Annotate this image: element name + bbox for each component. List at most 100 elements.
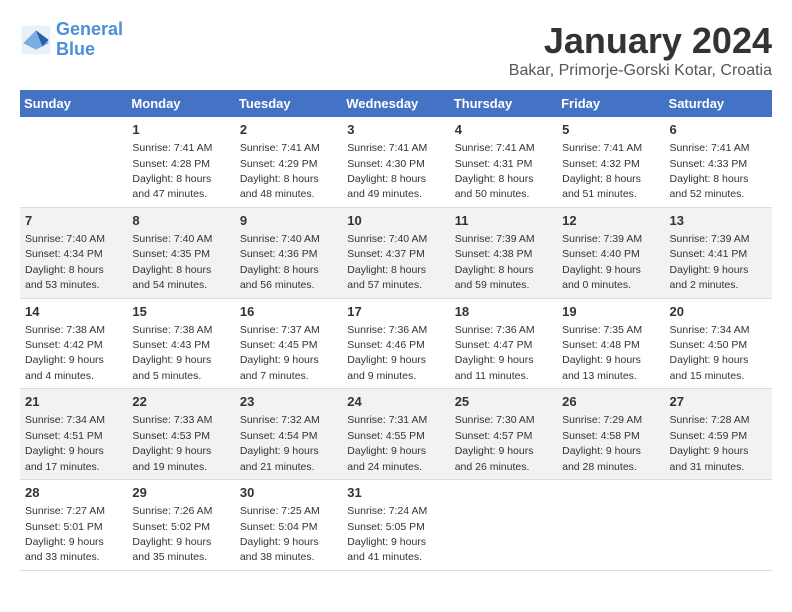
day-cell: 28Sunrise: 7:27 AMSunset: 5:01 PMDayligh… bbox=[20, 480, 127, 571]
logo-text: General Blue bbox=[56, 20, 123, 60]
daylight-text: Daylight: 9 hours and 11 minutes. bbox=[455, 354, 534, 381]
day-number: 30 bbox=[240, 484, 337, 502]
logo-icon bbox=[20, 24, 52, 56]
day-cell bbox=[665, 480, 772, 571]
day-number: 17 bbox=[347, 303, 444, 321]
daylight-text: Daylight: 9 hours and 9 minutes. bbox=[347, 354, 426, 381]
location-title: Bakar, Primorje-Gorski Kotar, Croatia bbox=[509, 62, 772, 80]
day-number: 22 bbox=[132, 393, 229, 411]
daylight-text: Daylight: 9 hours and 41 minutes. bbox=[347, 536, 426, 563]
day-cell: 2Sunrise: 7:41 AMSunset: 4:29 PMDaylight… bbox=[235, 117, 342, 207]
sunrise-text: Sunrise: 7:40 AM bbox=[347, 233, 427, 245]
day-cell: 31Sunrise: 7:24 AMSunset: 5:05 PMDayligh… bbox=[342, 480, 449, 571]
day-cell: 20Sunrise: 7:34 AMSunset: 4:50 PMDayligh… bbox=[665, 298, 772, 389]
day-cell: 29Sunrise: 7:26 AMSunset: 5:02 PMDayligh… bbox=[127, 480, 234, 571]
sunset-text: Sunset: 4:42 PM bbox=[25, 339, 103, 351]
day-number: 23 bbox=[240, 393, 337, 411]
day-number: 13 bbox=[670, 212, 767, 230]
daylight-text: Daylight: 8 hours and 53 minutes. bbox=[25, 264, 104, 291]
day-cell: 1Sunrise: 7:41 AMSunset: 4:28 PMDaylight… bbox=[127, 117, 234, 207]
day-cell: 18Sunrise: 7:36 AMSunset: 4:47 PMDayligh… bbox=[450, 298, 557, 389]
calendar-table: SundayMondayTuesdayWednesdayThursdayFrid… bbox=[20, 90, 772, 571]
sunrise-text: Sunrise: 7:41 AM bbox=[240, 142, 320, 154]
day-number: 9 bbox=[240, 212, 337, 230]
day-cell: 14Sunrise: 7:38 AMSunset: 4:42 PMDayligh… bbox=[20, 298, 127, 389]
daylight-text: Daylight: 9 hours and 19 minutes. bbox=[132, 445, 211, 472]
page-header: General Blue January 2024 Bakar, Primorj… bbox=[20, 20, 772, 80]
sunset-text: Sunset: 4:43 PM bbox=[132, 339, 210, 351]
month-title: January 2024 bbox=[509, 20, 772, 62]
sunrise-text: Sunrise: 7:41 AM bbox=[670, 142, 750, 154]
day-number: 2 bbox=[240, 121, 337, 139]
sunset-text: Sunset: 4:38 PM bbox=[455, 248, 533, 260]
daylight-text: Daylight: 9 hours and 35 minutes. bbox=[132, 536, 211, 563]
sunset-text: Sunset: 4:58 PM bbox=[562, 430, 640, 442]
day-cell: 21Sunrise: 7:34 AMSunset: 4:51 PMDayligh… bbox=[20, 389, 127, 480]
sunrise-text: Sunrise: 7:40 AM bbox=[132, 233, 212, 245]
day-cell: 12Sunrise: 7:39 AMSunset: 4:40 PMDayligh… bbox=[557, 207, 664, 298]
sunset-text: Sunset: 4:45 PM bbox=[240, 339, 318, 351]
daylight-text: Daylight: 9 hours and 31 minutes. bbox=[670, 445, 749, 472]
weekday-header-friday: Friday bbox=[557, 90, 664, 117]
sunset-text: Sunset: 4:47 PM bbox=[455, 339, 533, 351]
sunrise-text: Sunrise: 7:35 AM bbox=[562, 324, 642, 336]
day-cell: 11Sunrise: 7:39 AMSunset: 4:38 PMDayligh… bbox=[450, 207, 557, 298]
week-row-3: 14Sunrise: 7:38 AMSunset: 4:42 PMDayligh… bbox=[20, 298, 772, 389]
sunrise-text: Sunrise: 7:25 AM bbox=[240, 505, 320, 517]
daylight-text: Daylight: 8 hours and 52 minutes. bbox=[670, 173, 749, 200]
day-cell: 25Sunrise: 7:30 AMSunset: 4:57 PMDayligh… bbox=[450, 389, 557, 480]
day-number: 16 bbox=[240, 303, 337, 321]
day-number: 8 bbox=[132, 212, 229, 230]
day-number: 24 bbox=[347, 393, 444, 411]
daylight-text: Daylight: 8 hours and 48 minutes. bbox=[240, 173, 319, 200]
sunrise-text: Sunrise: 7:29 AM bbox=[562, 414, 642, 426]
sunrise-text: Sunrise: 7:39 AM bbox=[562, 233, 642, 245]
daylight-text: Daylight: 8 hours and 57 minutes. bbox=[347, 264, 426, 291]
day-number: 21 bbox=[25, 393, 122, 411]
sunrise-text: Sunrise: 7:41 AM bbox=[455, 142, 535, 154]
day-cell: 24Sunrise: 7:31 AMSunset: 4:55 PMDayligh… bbox=[342, 389, 449, 480]
daylight-text: Daylight: 9 hours and 33 minutes. bbox=[25, 536, 104, 563]
daylight-text: Daylight: 9 hours and 26 minutes. bbox=[455, 445, 534, 472]
sunset-text: Sunset: 4:53 PM bbox=[132, 430, 210, 442]
weekday-header-monday: Monday bbox=[127, 90, 234, 117]
sunrise-text: Sunrise: 7:28 AM bbox=[670, 414, 750, 426]
sunset-text: Sunset: 4:32 PM bbox=[562, 158, 640, 170]
sunrise-text: Sunrise: 7:38 AM bbox=[25, 324, 105, 336]
daylight-text: Daylight: 8 hours and 47 minutes. bbox=[132, 173, 211, 200]
sunset-text: Sunset: 4:28 PM bbox=[132, 158, 210, 170]
sunrise-text: Sunrise: 7:41 AM bbox=[562, 142, 642, 154]
day-cell: 8Sunrise: 7:40 AMSunset: 4:35 PMDaylight… bbox=[127, 207, 234, 298]
week-row-4: 21Sunrise: 7:34 AMSunset: 4:51 PMDayligh… bbox=[20, 389, 772, 480]
day-cell: 19Sunrise: 7:35 AMSunset: 4:48 PMDayligh… bbox=[557, 298, 664, 389]
day-number: 31 bbox=[347, 484, 444, 502]
sunrise-text: Sunrise: 7:24 AM bbox=[347, 505, 427, 517]
sunset-text: Sunset: 4:50 PM bbox=[670, 339, 748, 351]
sunrise-text: Sunrise: 7:26 AM bbox=[132, 505, 212, 517]
daylight-text: Daylight: 9 hours and 13 minutes. bbox=[562, 354, 641, 381]
weekday-header-saturday: Saturday bbox=[665, 90, 772, 117]
day-number: 4 bbox=[455, 121, 552, 139]
sunrise-text: Sunrise: 7:41 AM bbox=[132, 142, 212, 154]
week-row-5: 28Sunrise: 7:27 AMSunset: 5:01 PMDayligh… bbox=[20, 480, 772, 571]
sunset-text: Sunset: 5:02 PM bbox=[132, 521, 210, 533]
day-number: 6 bbox=[670, 121, 767, 139]
sunrise-text: Sunrise: 7:34 AM bbox=[25, 414, 105, 426]
sunset-text: Sunset: 4:35 PM bbox=[132, 248, 210, 260]
weekday-header-wednesday: Wednesday bbox=[342, 90, 449, 117]
daylight-text: Daylight: 8 hours and 50 minutes. bbox=[455, 173, 534, 200]
week-row-1: 1Sunrise: 7:41 AMSunset: 4:28 PMDaylight… bbox=[20, 117, 772, 207]
calendar-body: 1Sunrise: 7:41 AMSunset: 4:28 PMDaylight… bbox=[20, 117, 772, 570]
day-number: 25 bbox=[455, 393, 552, 411]
weekday-header-sunday: Sunday bbox=[20, 90, 127, 117]
sunset-text: Sunset: 4:41 PM bbox=[670, 248, 748, 260]
day-cell: 17Sunrise: 7:36 AMSunset: 4:46 PMDayligh… bbox=[342, 298, 449, 389]
sunrise-text: Sunrise: 7:31 AM bbox=[347, 414, 427, 426]
day-number: 19 bbox=[562, 303, 659, 321]
daylight-text: Daylight: 8 hours and 56 minutes. bbox=[240, 264, 319, 291]
day-cell: 22Sunrise: 7:33 AMSunset: 4:53 PMDayligh… bbox=[127, 389, 234, 480]
sunset-text: Sunset: 4:55 PM bbox=[347, 430, 425, 442]
sunset-text: Sunset: 4:34 PM bbox=[25, 248, 103, 260]
sunset-text: Sunset: 5:04 PM bbox=[240, 521, 318, 533]
sunrise-text: Sunrise: 7:36 AM bbox=[455, 324, 535, 336]
